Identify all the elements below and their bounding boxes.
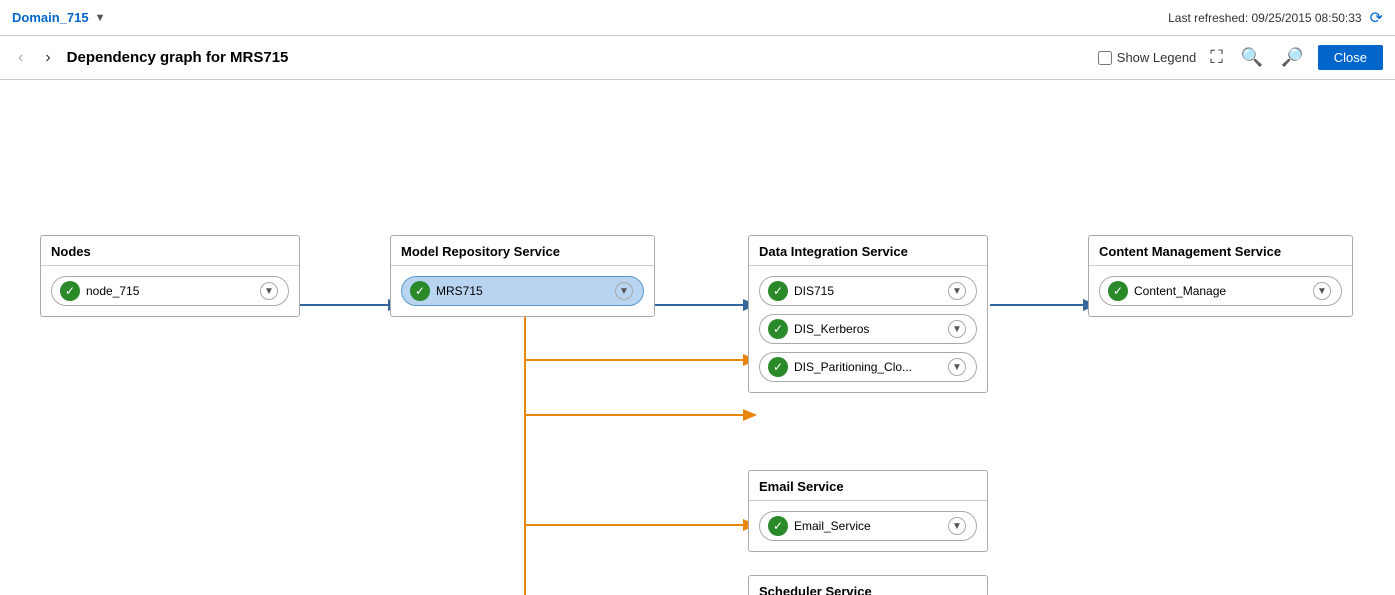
back-button[interactable]: ‹ bbox=[12, 47, 29, 69]
pill-label-content-manage: Content_Manage bbox=[1134, 284, 1307, 298]
group-content-management-items: ✓ Content_Manage ▼ bbox=[1089, 266, 1352, 316]
topbar-left: Domain_715 ▼ bbox=[12, 10, 105, 25]
status-icon-dis-partitioning: ✓ bbox=[768, 357, 788, 377]
status-icon-node715: ✓ bbox=[60, 281, 80, 301]
forward-button[interactable]: › bbox=[39, 47, 56, 69]
dependency-graph-canvas: Nodes ✓ node_715 ▼ Model Repository Serv… bbox=[0, 80, 1395, 595]
pill-label-email-service: Email_Service bbox=[794, 519, 942, 533]
dropdown-icon-node715[interactable]: ▼ bbox=[260, 282, 278, 300]
group-scheduler-service-title: Scheduler Service bbox=[749, 576, 987, 595]
node-pill-dis-partitioning[interactable]: ✓ DIS_Paritioning_Clo... ▼ bbox=[759, 352, 977, 382]
pill-label-dis-kerberos: DIS_Kerberos bbox=[794, 322, 942, 336]
dropdown-icon-dis715[interactable]: ▼ bbox=[948, 282, 966, 300]
group-email-service: Email Service ✓ Email_Service ▼ bbox=[748, 470, 988, 552]
group-model-repository-title: Model Repository Service bbox=[391, 236, 654, 266]
group-nodes-title: Nodes bbox=[41, 236, 299, 266]
group-email-service-title: Email Service bbox=[749, 471, 987, 501]
show-legend-text: Show Legend bbox=[1117, 50, 1197, 65]
refresh-timestamp: Last refreshed: 09/25/2015 08:50:33 bbox=[1168, 11, 1361, 25]
node-pill-email-service[interactable]: ✓ Email_Service ▼ bbox=[759, 511, 977, 541]
show-legend-label[interactable]: Show Legend bbox=[1098, 50, 1197, 65]
connector-svg bbox=[0, 80, 1395, 595]
status-icon-dis715: ✓ bbox=[768, 281, 788, 301]
topbar: Domain_715 ▼ Last refreshed: 09/25/2015 … bbox=[0, 0, 1395, 36]
group-data-integration-title: Data Integration Service bbox=[749, 236, 987, 266]
dropdown-icon-dis-kerberos[interactable]: ▼ bbox=[948, 320, 966, 338]
group-nodes: Nodes ✓ node_715 ▼ bbox=[40, 235, 300, 317]
dropdown-icon-email-service[interactable]: ▼ bbox=[948, 517, 966, 535]
dropdown-icon-dis-partitioning[interactable]: ▼ bbox=[948, 358, 966, 376]
node-pill-node715[interactable]: ✓ node_715 ▼ bbox=[51, 276, 289, 306]
refresh-icon[interactable]: ⟳ bbox=[1370, 8, 1383, 28]
status-icon-dis-kerberos: ✓ bbox=[768, 319, 788, 339]
expand-icon[interactable]: ⛶ bbox=[1206, 45, 1227, 70]
node-pill-mrs715[interactable]: ✓ MRS715 ▼ bbox=[401, 276, 644, 306]
zoom-out-icon[interactable]: 🔎 bbox=[1277, 45, 1307, 70]
group-content-management: Content Management Service ✓ Content_Man… bbox=[1088, 235, 1353, 317]
dropdown-icon-content-manage[interactable]: ▼ bbox=[1313, 282, 1331, 300]
page-title: Dependency graph for MRS715 bbox=[67, 49, 1088, 66]
node-pill-content-manage[interactable]: ✓ Content_Manage ▼ bbox=[1099, 276, 1342, 306]
topbar-right: Last refreshed: 09/25/2015 08:50:33 ⟳ bbox=[1168, 8, 1383, 28]
status-icon-email-service: ✓ bbox=[768, 516, 788, 536]
group-nodes-items: ✓ node_715 ▼ bbox=[41, 266, 299, 316]
group-model-repository-items: ✓ MRS715 ▼ bbox=[391, 266, 654, 316]
pill-label-dis-partitioning: DIS_Paritioning_Clo... bbox=[794, 360, 942, 374]
group-data-integration-items: ✓ DIS715 ▼ ✓ DIS_Kerberos ▼ ✓ DIS_Pariti… bbox=[749, 266, 987, 392]
dropdown-icon-mrs715[interactable]: ▼ bbox=[615, 282, 633, 300]
pill-label-mrs715: MRS715 bbox=[436, 284, 609, 298]
pill-label-dis715: DIS715 bbox=[794, 284, 942, 298]
group-email-service-items: ✓ Email_Service ▼ bbox=[749, 501, 987, 551]
close-button[interactable]: Close bbox=[1318, 45, 1383, 70]
status-icon-mrs715: ✓ bbox=[410, 281, 430, 301]
domain-name[interactable]: Domain_715 bbox=[12, 10, 89, 25]
toolbar-right: Show Legend ⛶ 🔍 🔎 Close bbox=[1098, 45, 1383, 70]
pill-label-node715: node_715 bbox=[86, 284, 254, 298]
domain-dropdown-icon[interactable]: ▼ bbox=[95, 12, 106, 24]
group-model-repository: Model Repository Service ✓ MRS715 ▼ bbox=[390, 235, 655, 317]
status-icon-content-manage: ✓ bbox=[1108, 281, 1128, 301]
group-content-management-title: Content Management Service bbox=[1089, 236, 1352, 266]
node-pill-dis-kerberos[interactable]: ✓ DIS_Kerberos ▼ bbox=[759, 314, 977, 344]
show-legend-checkbox[interactable] bbox=[1098, 51, 1112, 65]
group-scheduler-service: Scheduler Service ✓ Scheduler_Service ▼ bbox=[748, 575, 988, 595]
node-pill-dis715[interactable]: ✓ DIS715 ▼ bbox=[759, 276, 977, 306]
group-data-integration: Data Integration Service ✓ DIS715 ▼ ✓ DI… bbox=[748, 235, 988, 393]
toolbar: ‹ › Dependency graph for MRS715 Show Leg… bbox=[0, 36, 1395, 80]
zoom-in-icon[interactable]: 🔍 bbox=[1237, 45, 1267, 70]
